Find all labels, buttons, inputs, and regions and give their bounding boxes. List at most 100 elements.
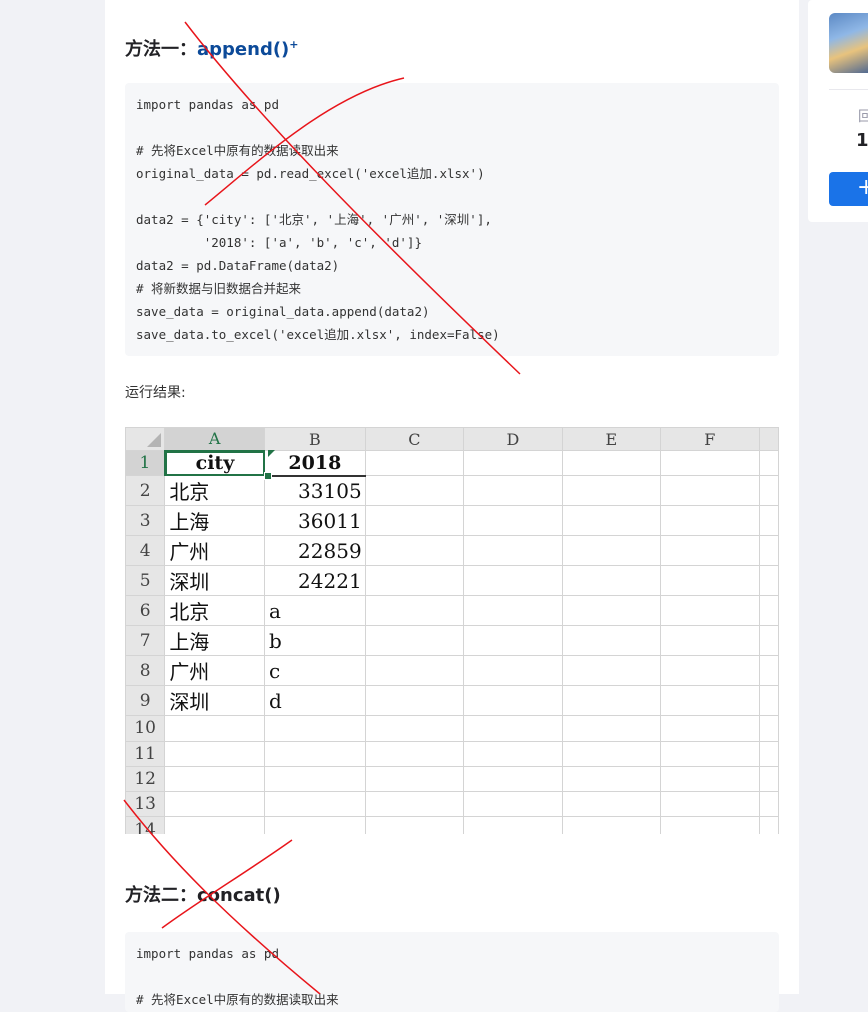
cell-a: city xyxy=(164,449,266,477)
cell-empty xyxy=(561,625,662,657)
column-header-e: E xyxy=(561,427,662,451)
cell-empty xyxy=(364,449,465,477)
article-body: 方法一：append()+ import pandas as pd # 先将Ex… xyxy=(105,0,799,1012)
cell-empty xyxy=(364,685,465,717)
cell-empty xyxy=(660,565,760,597)
row-header: 11 xyxy=(125,740,166,767)
cell-empty xyxy=(364,715,465,742)
cell-empty xyxy=(463,565,563,597)
cell-b: 2018 xyxy=(264,449,366,477)
cell-empty xyxy=(660,505,760,537)
cell-empty xyxy=(758,449,779,477)
cell-empty xyxy=(561,655,662,687)
result-label: 运行结果: xyxy=(125,385,186,401)
cell-empty xyxy=(758,535,779,567)
column-header-c: C xyxy=(364,427,465,451)
cell-b: 33105 xyxy=(264,475,366,507)
append-link[interactable]: append() xyxy=(197,39,289,60)
cell-a xyxy=(164,715,266,742)
sheet-row: 10 xyxy=(125,715,779,742)
excel-result-image: A B C D E F 1 city 2018 2 北京 33105 3 上海 36011 4 广州… xyxy=(125,427,779,834)
cell-empty xyxy=(660,535,760,567)
cell-empty xyxy=(561,791,662,818)
cell-a: 北京 xyxy=(164,475,266,507)
cell-empty xyxy=(561,565,662,597)
cell-empty xyxy=(364,791,465,818)
cell-empty xyxy=(660,595,760,627)
cell-b xyxy=(264,740,366,767)
cell-a: 深圳 xyxy=(164,565,266,597)
cell-empty xyxy=(463,655,563,687)
row-header: 2 xyxy=(125,475,166,507)
row-header: 8 xyxy=(125,655,166,687)
row-header: 1 xyxy=(125,449,166,477)
cell-empty xyxy=(364,740,465,767)
cell-empty xyxy=(660,791,760,818)
cell-empty xyxy=(364,816,465,834)
follow-button[interactable]: + xyxy=(829,172,868,206)
sheet-row: 5 深圳 24221 xyxy=(125,565,779,597)
cell-b: a xyxy=(264,595,366,627)
cell-empty xyxy=(561,685,662,717)
sheet-row: 6 北京 a xyxy=(125,595,779,627)
cell-empty xyxy=(364,765,465,793)
cell-empty xyxy=(758,595,779,627)
concat-title: concat() xyxy=(197,885,281,906)
cell-empty xyxy=(463,535,563,567)
sheet-row: 7 上海 b xyxy=(125,625,779,657)
cell-empty xyxy=(660,475,760,507)
stat-count: 1 xyxy=(856,130,868,151)
cell-comment-marker xyxy=(268,450,275,457)
sheet-row: 3 上海 36011 xyxy=(125,505,779,537)
sheet-row: 1 city 2018 xyxy=(125,449,779,477)
divider xyxy=(829,89,868,90)
code-block-append[interactable]: import pandas as pd # 先将Excel中原有的数据读取出来 … xyxy=(125,83,779,356)
cell-a: 深圳 xyxy=(164,685,266,717)
cell-empty xyxy=(561,449,662,477)
cell-empty xyxy=(758,505,779,537)
row-header: 13 xyxy=(125,791,166,818)
cell-a: 北京 xyxy=(164,595,266,627)
cell-a xyxy=(164,740,266,767)
cell-empty xyxy=(758,685,779,717)
heading-prefix: 方法二： xyxy=(125,885,197,906)
cell-empty xyxy=(463,765,563,793)
cell-empty xyxy=(660,816,760,834)
cell-empty xyxy=(758,816,779,834)
cell-a: 广州 xyxy=(164,535,266,567)
cell-b xyxy=(264,791,366,818)
cell-empty xyxy=(758,475,779,507)
cell-empty xyxy=(758,791,779,818)
cell-empty xyxy=(660,740,760,767)
section-heading-append: 方法一：append()+ xyxy=(125,33,299,62)
code-text: import pandas as pd # 先将Excel中原有的数据读取出来 … xyxy=(136,97,500,342)
row-header: 4 xyxy=(125,535,166,567)
cell-empty xyxy=(463,791,563,818)
code-text: import pandas as pd # 先将Excel中原有的数据读取出来 xyxy=(136,946,339,1007)
row-header: 12 xyxy=(125,765,166,793)
code-block-concat[interactable]: import pandas as pd # 先将Excel中原有的数据读取出来 xyxy=(125,932,779,1012)
cell-empty xyxy=(660,685,760,717)
sheet-row: 4 广州 22859 xyxy=(125,535,779,567)
cell-empty xyxy=(758,625,779,657)
column-header-f: F xyxy=(660,427,760,451)
cell-empty xyxy=(660,765,760,793)
sheet-row: 14 xyxy=(125,816,779,834)
cell-b: 22859 xyxy=(264,535,366,567)
cell-empty xyxy=(364,505,465,537)
cell-empty xyxy=(561,816,662,834)
cell-empty xyxy=(561,535,662,567)
row-header: 14 xyxy=(125,816,166,834)
sidebar-author-card: 回 1 + xyxy=(808,0,868,222)
cell-empty xyxy=(364,535,465,567)
cell-empty xyxy=(463,475,563,507)
cell-a: 广州 xyxy=(164,655,266,687)
cell-empty xyxy=(561,505,662,537)
fill-handle xyxy=(264,472,272,480)
cell-a xyxy=(164,791,266,818)
cell-a xyxy=(164,816,266,834)
cell-empty xyxy=(561,765,662,793)
cell-empty xyxy=(364,625,465,657)
column-header-b: B xyxy=(264,427,366,451)
author-avatar[interactable] xyxy=(829,13,868,73)
